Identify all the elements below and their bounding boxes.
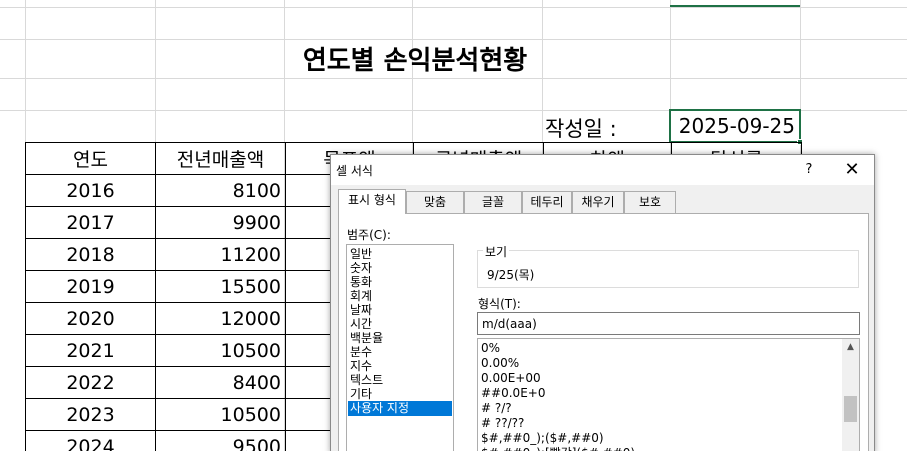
format-type-label: 형식(T):: [478, 297, 521, 311]
format-list-item[interactable]: 0.00E+00: [481, 371, 541, 386]
format-list-item[interactable]: 0.00%: [481, 356, 519, 371]
prev-sales-cell[interactable]: 10500: [155, 334, 286, 367]
sheet-title: 연도별 손익분석현황: [302, 46, 528, 76]
header-cell[interactable]: 전년매출액: [155, 142, 286, 175]
year-cell[interactable]: 2018: [25, 238, 156, 271]
format-list-scrollbar[interactable]: ▲: [842, 339, 859, 451]
category-item[interactable]: 기타: [348, 387, 452, 402]
format-cells-dialog: 셀 서식 ? ✕ 표시 형식 맞춤 글꼴 테두리 채우기 보호 범주(C): 일…: [330, 154, 875, 451]
date-label: 작성일 :: [545, 117, 617, 141]
scroll-up-icon[interactable]: ▲: [842, 339, 859, 356]
year-cell[interactable]: 2023: [25, 398, 156, 431]
category-item[interactable]: 분수: [348, 345, 452, 360]
prev-sales-cell[interactable]: 8100: [155, 174, 286, 207]
tab-alignment[interactable]: 맞춤: [406, 191, 464, 213]
year-cell[interactable]: 2016: [25, 174, 156, 207]
prev-sales-cell[interactable]: 15500: [155, 270, 286, 303]
dialog-title: 셀 서식: [336, 164, 373, 178]
category-item[interactable]: 텍스트: [348, 373, 452, 388]
prev-sales-cell[interactable]: 10500: [155, 398, 286, 431]
preview-label: 보기: [483, 243, 510, 260]
dialog-titlebar[interactable]: 셀 서식 ? ✕: [331, 155, 874, 185]
format-type-input[interactable]: [477, 312, 860, 335]
tab-protection[interactable]: 보호: [624, 191, 676, 213]
category-item[interactable]: 날짜: [348, 303, 452, 318]
scroll-thumb[interactable]: [844, 396, 857, 422]
year-cell[interactable]: 2017: [25, 206, 156, 239]
format-list[interactable]: $#,##0_);[빨강]($#,##0)$#,##0_);($#,##0)# …: [477, 338, 860, 451]
category-item[interactable]: 지수: [348, 359, 452, 374]
format-list-item[interactable]: ##0.0E+0: [481, 386, 545, 401]
prev-sales-cell[interactable]: 11200: [155, 238, 286, 271]
category-item[interactable]: 백분율: [348, 331, 452, 346]
category-list[interactable]: 일반 숫자 통화 회계 날짜 시간 백분율 분수 지수 텍스트 기타 사용자 지정: [346, 244, 454, 451]
year-cell[interactable]: 2021: [25, 334, 156, 367]
category-item[interactable]: 사용자 지정: [348, 401, 452, 416]
format-list-item[interactable]: 0%: [481, 341, 500, 356]
format-list-item[interactable]: # ?/?: [481, 401, 512, 416]
prev-sales-cell[interactable]: 12000: [155, 302, 286, 335]
tab-border[interactable]: 테두리: [522, 191, 572, 213]
preview-value: 9/25(목): [487, 268, 535, 282]
tab-font[interactable]: 글꼴: [464, 191, 522, 213]
category-item[interactable]: 시간: [348, 317, 452, 332]
year-cell[interactable]: 2019: [25, 270, 156, 303]
prev-sales-cell[interactable]: 8400: [155, 366, 286, 399]
category-label: 범주(C):: [347, 228, 391, 242]
tab-fill[interactable]: 채우기: [572, 191, 624, 213]
header-cell[interactable]: 연도: [25, 142, 156, 175]
category-item[interactable]: 회계: [348, 289, 452, 304]
close-icon[interactable]: ✕: [839, 158, 865, 182]
category-item[interactable]: 일반: [348, 247, 452, 262]
format-list-item[interactable]: $#,##0_);[빨강]($#,##0): [481, 446, 635, 451]
date-cell[interactable]: 2025-09-25: [669, 109, 801, 143]
tab-number-format[interactable]: 표시 형식: [338, 189, 406, 214]
year-cell[interactable]: 2024: [25, 430, 156, 451]
row-gridline: [0, 7, 907, 8]
prev-sales-cell[interactable]: 9500: [155, 430, 286, 451]
year-cell[interactable]: 2022: [25, 366, 156, 399]
row-gridline: [0, 78, 907, 79]
help-button[interactable]: ?: [799, 159, 819, 181]
category-item[interactable]: 숫자: [348, 261, 452, 276]
selected-cell-edge: [670, 5, 800, 7]
category-item[interactable]: 통화: [348, 275, 452, 290]
format-list-item[interactable]: $#,##0_);($#,##0): [481, 431, 604, 446]
prev-sales-cell[interactable]: 9900: [155, 206, 286, 239]
year-cell[interactable]: 2020: [25, 302, 156, 335]
format-list-item[interactable]: # ??/??: [481, 416, 524, 431]
